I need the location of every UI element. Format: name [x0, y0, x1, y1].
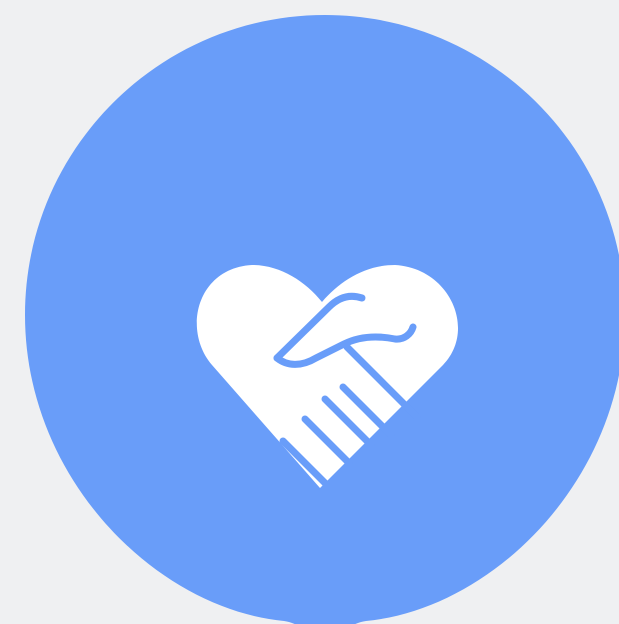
app-canvas — [0, 0, 619, 624]
avatar-badge — [25, 15, 619, 624]
